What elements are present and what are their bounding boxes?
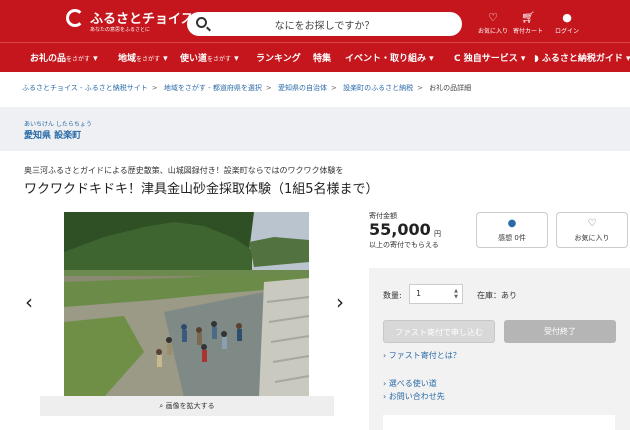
user-icon: ● (562, 11, 572, 24)
login-label: ログイン (554, 28, 579, 35)
impressions-button[interactable]: ● 感想 0件 (476, 212, 548, 248)
search-placeholder: なにをお探しですか？ (274, 21, 375, 32)
municipality-name[interactable]: 愛知県 設楽町 (24, 128, 81, 141)
logo-text: ふるさとチョイス (90, 12, 194, 27)
price-unit: 円 (434, 230, 441, 238)
heart-icon: ♡ (587, 218, 597, 229)
shield-icon: ◗ (534, 54, 542, 64)
info-box (383, 415, 615, 430)
breadcrumb-item[interactable]: 設楽町のふるさと納税 (343, 84, 413, 92)
breadcrumb: ふるさとチョイス - ふるさと納税サイト > 地域をさがす - 都道府県を選択 > … (22, 84, 472, 92)
nav-item-region[interactable]: 地域をさがす ▾ (118, 51, 168, 64)
quantity-label: 数量: (383, 291, 402, 300)
nav-item-services[interactable]: C 独自サービス ▾ (454, 51, 525, 64)
usage-link[interactable]: 選べる使い道 (383, 378, 437, 389)
next-image-button[interactable]: › (336, 290, 344, 314)
price-note: 以上の寄付でもらえる (369, 241, 439, 249)
favorite-label: お気に入り (574, 234, 610, 242)
favorite-button[interactable]: ♡ お気に入り (556, 212, 628, 248)
impressions-label: 感想 0件 (498, 234, 526, 242)
nav-item-usage[interactable]: 使い道をさがす ▾ (180, 51, 239, 64)
nav-item-guide[interactable]: ◗ ふるさと納税ガイド ▾ (534, 51, 630, 64)
order-panel: 数量: 1 ▲▼ 在庫：あり ファスト寄付で申し込む 受付終了 ファスト寄付とは… (369, 268, 630, 430)
closed-button[interactable]: 受付終了 (504, 320, 616, 343)
zoom-label: 画像を拡大する (165, 402, 215, 410)
nav-item-gifts[interactable]: お礼の品をさがす ▾ (30, 51, 98, 64)
zoom-image-button[interactable]: ⌕ 画像を拡大する (40, 396, 334, 416)
logo-mark-icon (66, 9, 84, 27)
login-link[interactable]: ● ログイン (544, 11, 590, 36)
fast-donation-help-link[interactable]: ファスト寄付とは？ (383, 350, 461, 361)
quantity-value: 1 (416, 289, 422, 298)
price-amount: 55,000 (369, 220, 431, 239)
search-input[interactable]: なにをお探しですか？ (187, 12, 462, 36)
product-image[interactable] (64, 212, 309, 397)
logo-tagline: あなたの意思をふるさとに (90, 27, 151, 33)
comment-icon: ● (507, 218, 517, 229)
breadcrumb-current: お礼の品詳細 (429, 84, 472, 92)
magnifier-icon: ⌕ (159, 402, 164, 410)
breadcrumb-item[interactable]: ふるさとチョイス - ふるさと納税サイト (22, 84, 148, 92)
nav-item-feature[interactable]: 特集 (313, 51, 331, 64)
stock-status: 在庫：あり (477, 291, 517, 300)
municipality-ruby: あいちけん したらちょう (24, 121, 92, 128)
spinner-icon: ▲ ▼ (454, 288, 458, 300)
service-logo-icon: C (454, 54, 464, 64)
top-header: ふるさとチョイス あなたの意思をふるさとに なにをお探しですか？ ♡ お気に入り… (0, 0, 630, 42)
contact-link[interactable]: お問い合わせ先 (383, 391, 445, 402)
nav-item-events[interactable]: イベント・取り組み ▾ (345, 51, 434, 64)
municipality-header: あいちけん したらちょう 愛知県 設楽町 (0, 107, 630, 151)
quantity-stepper[interactable]: 1 ▲ ▼ (409, 284, 463, 304)
product-subtitle: 奥三河ふるさとガイドによる歴史散策、山城図録付き！設楽町ならではのワクワク体験を (24, 166, 344, 175)
fast-donation-button[interactable]: ファスト寄付で申し込む (383, 320, 495, 343)
breadcrumb-item[interactable]: 地域をさがす - 都道府県を選択 (164, 84, 262, 92)
product-title: ワクワクドキドキ！津具金山砂金採取体験（1組5名様まで） (24, 182, 379, 197)
breadcrumb-item[interactable]: 愛知県の自治体 (278, 84, 327, 92)
prev-image-button[interactable]: ‹ (25, 290, 33, 314)
nav-item-ranking[interactable]: ランキング (256, 51, 301, 64)
main-nav: お礼の品をさがす ▾ 地域をさがす ▾ 使い道をさがす ▾ ランキング 特集 イ… (0, 42, 630, 72)
